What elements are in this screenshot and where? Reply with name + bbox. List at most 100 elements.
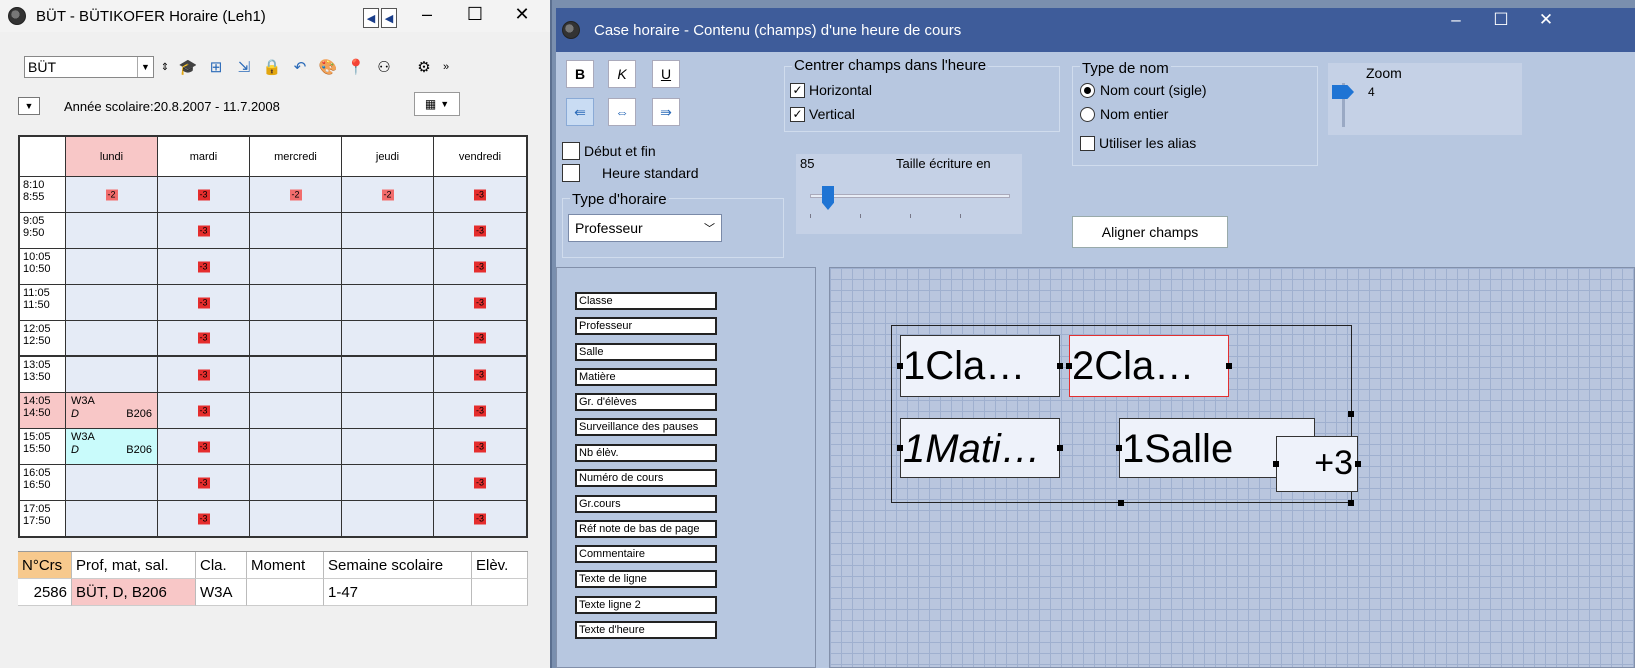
timetable-cell-thursday[interactable] [342, 213, 434, 248]
timetable-cell-tuesday[interactable]: -3 [158, 465, 250, 500]
timetable-cell-tuesday[interactable]: -3 [158, 285, 250, 320]
timetable-cell-friday[interactable]: -3 [434, 429, 526, 464]
field-course-group[interactable]: Gr.cours [575, 495, 717, 513]
standard-hour-checkbox[interactable]: Heure standard [562, 164, 699, 182]
timetable-cell-tuesday[interactable]: -3 [158, 213, 250, 248]
day-header-monday[interactable]: lundi [66, 137, 158, 176]
resize-handle[interactable] [1118, 500, 1124, 506]
field-line-text[interactable]: Texte de ligne [575, 570, 717, 588]
timetable-cell-wednesday[interactable] [250, 213, 342, 248]
timetable-cell-tuesday[interactable]: -3 [158, 393, 250, 428]
field-room[interactable]: Salle [575, 343, 717, 361]
timetable-cell-tuesday[interactable]: -3 [158, 429, 250, 464]
import-icon[interactable]: ⇲ [232, 56, 256, 78]
timetable-cell-wednesday[interactable] [250, 321, 342, 355]
day-header-wednesday[interactable]: mercredi [250, 137, 342, 176]
field-class[interactable]: Classe [575, 292, 717, 310]
palette-icon[interactable]: 🎨 [316, 56, 340, 78]
field-box-class-1[interactable]: 1Cla… [900, 335, 1060, 397]
close-button[interactable]: ✕ [505, 4, 539, 25]
cell-teacher-subject-room[interactable]: BÜT, D, B206 [72, 579, 196, 606]
resize-handle[interactable] [1116, 445, 1122, 451]
design-canvas[interactable]: 1Cla… 2Cla… 1Mati… 1Salle +3 [829, 267, 1635, 668]
field-hour-text[interactable]: Texte d'heure [575, 621, 717, 639]
timetable-cell-wednesday[interactable]: -2 [250, 177, 342, 212]
field-student-group[interactable]: Gr. d'élèves [575, 393, 717, 411]
timetable-cell-thursday[interactable]: -2 [342, 177, 434, 212]
cell-school-week[interactable]: 1-47 [324, 579, 472, 606]
timetable-cell-friday[interactable]: -3 [434, 357, 526, 392]
resize-handle[interactable] [1355, 461, 1361, 467]
timetable-cell-friday[interactable]: -3 [434, 321, 526, 355]
timetable-cell-friday[interactable]: -3 [434, 177, 526, 212]
underline-button[interactable]: U [652, 60, 680, 88]
align-left-icon[interactable]: ⇚ [566, 98, 594, 126]
timetable-cell-friday[interactable]: -3 [434, 213, 526, 248]
day-header-tuesday[interactable]: mardi [158, 137, 250, 176]
timetable-cell-thursday[interactable] [342, 321, 434, 355]
field-student-count[interactable]: Nb élèv. [575, 444, 717, 462]
maximize-button[interactable]: ☐ [1481, 10, 1521, 30]
cell-moment[interactable] [247, 579, 324, 606]
col-header[interactable]: Prof, mat, sal. [72, 552, 196, 579]
day-header-thursday[interactable]: jeudi [342, 137, 434, 176]
field-comment[interactable]: Commentaire [575, 545, 717, 563]
timetable-cell-friday[interactable]: -3 [434, 249, 526, 284]
start-end-checkbox[interactable]: Début et fin [562, 142, 656, 160]
col-header[interactable]: N°Crs [18, 552, 72, 579]
lesson-block[interactable]: W3A D B206 [66, 393, 157, 428]
timetable-cell-wednesday[interactable] [250, 465, 342, 500]
pin-icon[interactable]: 📍 [344, 56, 368, 78]
timetable-cell-wednesday[interactable] [250, 429, 342, 464]
lock-icon[interactable]: 🔒 [260, 56, 284, 78]
field-footnote-ref[interactable]: Réf note de bas de page [575, 520, 717, 538]
field-line-text-2[interactable]: Texte ligne 2 [575, 596, 717, 614]
field-subject[interactable]: Matière [575, 368, 717, 386]
col-header[interactable]: Moment [247, 552, 324, 579]
align-right-icon[interactable]: ⇛ [652, 98, 680, 126]
align-fields-button[interactable]: Aligner champs [1072, 216, 1228, 248]
bold-button[interactable]: B [566, 60, 594, 88]
resize-handle[interactable] [1348, 500, 1354, 506]
calendar-button[interactable]: ▦ ▼ [414, 92, 460, 116]
field-teacher[interactable]: Professeur [575, 317, 717, 335]
timetable-cell-monday[interactable] [66, 249, 158, 284]
timetable-cell-monday[interactable]: W3A D B206 [66, 429, 158, 464]
next-arrow-icon[interactable]: ◀ [381, 8, 397, 28]
resize-handle[interactable] [1348, 411, 1354, 417]
timetable-cell-friday[interactable]: -3 [434, 501, 526, 536]
horizontal-checkbox[interactable]: ✓ Horizontal [790, 82, 872, 98]
timetable-cell-wednesday[interactable] [250, 501, 342, 536]
prev-arrow-icon[interactable]: ◀ [363, 8, 379, 28]
field-course-number[interactable]: Numéro de cours [575, 469, 717, 487]
timetable-cell-tuesday[interactable]: -3 [158, 357, 250, 392]
schedule-type-select[interactable]: Professeur ﹀ [568, 214, 722, 242]
timetable-cell-friday[interactable]: -3 [434, 285, 526, 320]
timetable-cell-wednesday[interactable] [250, 393, 342, 428]
timetable-cell-monday[interactable] [66, 501, 158, 536]
timetable-cell-tuesday[interactable]: -3 [158, 177, 250, 212]
full-name-radio[interactable]: Nom entier [1080, 106, 1168, 122]
timetable-cell-monday[interactable] [66, 357, 158, 392]
timetable-cell-friday[interactable]: -3 [434, 465, 526, 500]
spin-icon[interactable]: ⇕ [158, 56, 172, 78]
close-button[interactable]: ✕ [1526, 10, 1566, 30]
italic-button[interactable]: K [608, 60, 636, 88]
timetable-cell-thursday[interactable] [342, 393, 434, 428]
timetable-cell-monday[interactable] [66, 213, 158, 248]
chevron-down-icon[interactable]: ▼ [137, 57, 153, 77]
resize-handle[interactable] [1066, 363, 1072, 369]
field-box-class-2[interactable]: 2Cla… [1069, 335, 1229, 397]
timetable-cell-wednesday[interactable] [250, 249, 342, 284]
timetable-cell-monday[interactable]: W3A D B206 [66, 393, 158, 428]
resize-handle[interactable] [897, 445, 903, 451]
col-header[interactable]: Cla. [196, 552, 247, 579]
timetable-cell-monday[interactable]: -2 [66, 177, 158, 212]
day-header-friday[interactable]: vendredi [434, 137, 526, 176]
timetable-cell-monday[interactable] [66, 285, 158, 320]
timetable-cell-thursday[interactable] [342, 429, 434, 464]
minimize-button[interactable]: – [1436, 10, 1476, 30]
timetable-cell-tuesday[interactable]: -3 [158, 501, 250, 536]
view-dropdown[interactable]: ▼ [18, 97, 40, 115]
field-box-subject[interactable]: 1Mati… [900, 418, 1060, 478]
